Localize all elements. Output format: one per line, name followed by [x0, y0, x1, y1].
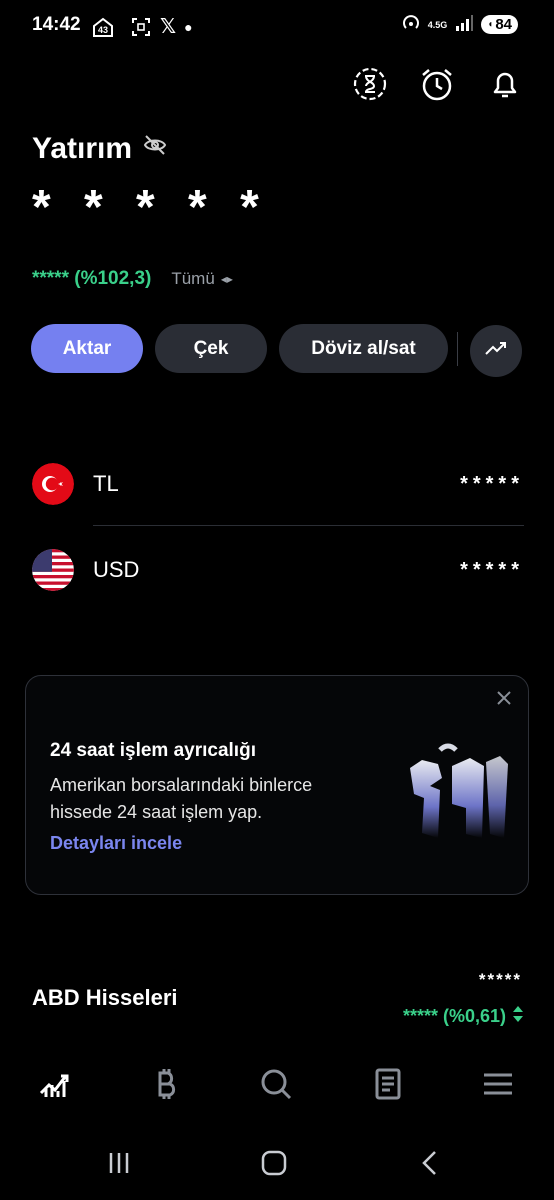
filter-label: Tümü — [171, 269, 215, 288]
portfolio-chart-icon[interactable] — [38, 1066, 74, 1102]
promo-body: Amerikan borsalarındaki binlerce hissede… — [50, 775, 313, 822]
total-balance-masked: * * * * * — [32, 181, 269, 234]
recent-apps-icon[interactable] — [99, 1148, 139, 1178]
currency-value: ***** — [460, 472, 524, 495]
currency-label: USD — [93, 557, 140, 582]
transfer-button[interactable]: Aktar — [31, 324, 143, 373]
status-time: 14:42 — [32, 14, 81, 35]
battery-level: 84 — [495, 16, 512, 33]
24-hours-illustration-icon — [400, 738, 520, 848]
change-row: ***** (%102,3) Tümü ◂▸ — [32, 268, 233, 290]
total-change: ***** (%102,3) — [32, 268, 152, 289]
document-list-icon[interactable] — [369, 1066, 405, 1102]
fx-button[interactable]: Döviz al/sat — [279, 324, 448, 373]
status-icons-left: 43 𝕏 ● — [92, 14, 193, 39]
status-icons-right: 4.5G ◖ 84 — [402, 14, 518, 35]
currency-row-usd[interactable]: USD ***** — [32, 548, 524, 592]
currency-row-tl[interactable]: TL ***** — [32, 462, 524, 506]
us-stocks-change-row: ***** (%0,61) — [403, 1005, 524, 1028]
filter-dropdown[interactable]: Tümü ◂▸ — [171, 269, 233, 289]
currency-divider — [93, 525, 524, 526]
withdraw-button[interactable]: Çek — [155, 324, 267, 373]
battery-saver-icon: ◖ — [487, 19, 494, 30]
arrows-lr-icon: ◂▸ — [220, 272, 233, 286]
screenshot-icon — [130, 17, 152, 37]
button-divider — [457, 332, 458, 366]
page-title: Yatırım — [32, 132, 168, 166]
hotspot-icon — [402, 14, 420, 35]
home-button-icon[interactable] — [254, 1148, 294, 1178]
sort-updown-icon — [512, 1005, 524, 1028]
alarm-clock-icon[interactable] — [419, 66, 455, 102]
network-type: 4.5G — [427, 19, 448, 30]
currency-label: TL — [93, 471, 119, 496]
battery-indicator: ◖ 84 — [481, 15, 518, 34]
promo-title: 24 saat işlem ayrıcalığı — [50, 740, 256, 761]
promo-card[interactable]: 24 saat işlem ayrıcalığı Amerikan borsal… — [25, 675, 529, 895]
bitcoin-icon[interactable] — [148, 1066, 184, 1102]
currency-value: ***** — [460, 558, 524, 581]
close-icon[interactable] — [494, 688, 514, 708]
trend-button[interactable] — [470, 325, 522, 377]
eye-off-icon[interactable] — [142, 132, 168, 166]
search-icon[interactable] — [258, 1066, 294, 1102]
us-stocks-title[interactable]: ABD Hisseleri — [32, 985, 178, 1011]
us-stocks-change: ***** (%0,61) — [402, 1006, 506, 1026]
us-stocks-value: ***** — [478, 970, 522, 989]
trend-up-icon — [485, 341, 507, 362]
turkey-flag-icon — [32, 463, 74, 505]
bell-icon[interactable] — [487, 66, 523, 102]
us-flag-icon — [32, 549, 74, 591]
x-app-icon: 𝕏 — [160, 16, 177, 38]
signal-icon — [455, 15, 474, 34]
menu-icon[interactable] — [480, 1066, 516, 1102]
dot-icon: ● — [184, 18, 193, 35]
notification-count: 43 — [97, 24, 108, 35]
back-icon[interactable] — [410, 1148, 450, 1178]
title-text: Yatırım — [32, 132, 133, 165]
hourglass-icon[interactable] — [352, 66, 388, 102]
promo-details-link[interactable]: Detayları incele — [50, 833, 182, 854]
